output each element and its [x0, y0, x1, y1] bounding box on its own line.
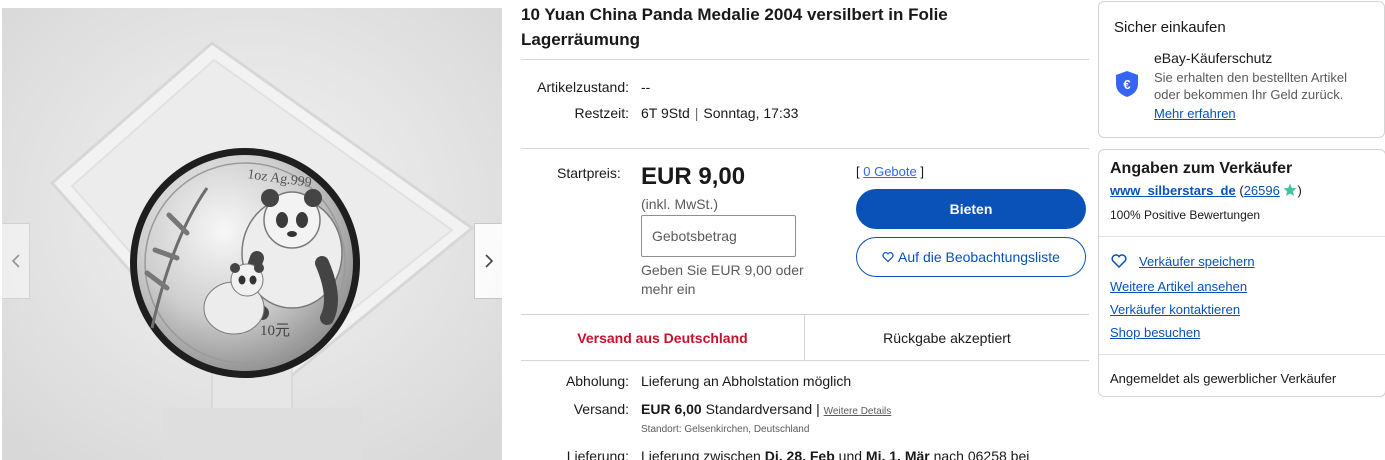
bid-count-open: [: [856, 164, 860, 179]
condition-label: Artikelzustand:: [537, 79, 629, 95]
visit-shop-link[interactable]: Shop besuchen: [1110, 325, 1200, 340]
feedback-count-link[interactable]: 26596: [1244, 183, 1280, 198]
shipping-details-link[interactable]: Weitere Details: [824, 406, 892, 417]
bid-amount-input[interactable]: [641, 215, 796, 257]
seller-card: Angaben zum Verkäufer www_silberstars_de…: [1098, 149, 1385, 397]
buyer-protection-heading: Sicher einkaufen: [1114, 19, 1226, 36]
buyer-protection-description: Sie erhalten den bestellten Artikel oder…: [1154, 70, 1347, 102]
price-value: EUR 9,00: [641, 163, 746, 190]
shipping-method: Standardversand: [705, 401, 813, 417]
divider: [1099, 354, 1385, 355]
heart-icon[interactable]: [1111, 254, 1127, 268]
ships-from-badge: Versand aus Deutschland: [521, 315, 805, 360]
end-time-value: Sonntag, 17:33: [703, 105, 799, 121]
listing-title: 10 Yuan China Panda Medalie 2004 versilb…: [521, 5, 948, 49]
star-icon: [1283, 183, 1297, 196]
separator: |: [694, 105, 699, 121]
delivery-and: und: [838, 448, 863, 460]
pickup-value: Lieferung an Abholstation möglich: [641, 373, 852, 389]
bid-count-close: ]: [920, 164, 924, 179]
price-section: Startpreis: EUR 9,00 (inkl. MwSt.) Geben…: [521, 148, 1089, 314]
delivery-from-date: Di, 28. Feb: [764, 448, 835, 460]
pickup-label: Abholung:: [565, 373, 629, 389]
seller-name-link[interactable]: www_silberstars_de: [1110, 183, 1236, 198]
learn-more-link[interactable]: Mehr erfahren: [1154, 106, 1236, 121]
euro-shield-icon: €: [1116, 71, 1138, 97]
condition-row: Artikelzustand: --: [521, 78, 1089, 96]
listing-main: 10 Yuan China Panda Medalie 2004 versilb…: [521, 0, 1089, 460]
svg-text:€: €: [1123, 77, 1130, 92]
returns-badge: Rückgabe akzeptiert: [883, 329, 1011, 346]
divider: [521, 59, 1089, 60]
buyer-protection-card: Sicher einkaufen € eBay-Käuferschutz Sie…: [1098, 1, 1385, 138]
delivery-prefix: Lieferung zwischen: [641, 448, 761, 460]
shipping-price: EUR 6,00: [641, 401, 702, 417]
bid-hint: Geben Sie EUR 9,00 oder mehr ein: [641, 262, 804, 297]
contact-seller-link[interactable]: Verkäufer kontaktieren: [1110, 302, 1240, 317]
shipping-band: Versand aus Deutschland Rückgabe akzepti…: [521, 314, 1089, 361]
time-left-row: Restzeit: 6T 9Std | Sonntag, 17:33: [521, 104, 1089, 122]
gallery-prev-button[interactable]: [2, 223, 30, 299]
delivery-label: Lieferung:: [566, 448, 629, 460]
location-row: Standort: Gelsenkirchen, Deutschland: [521, 421, 1089, 439]
tax-note: (inkl. MwSt.): [641, 196, 718, 212]
image-gallery[interactable]: 1oz Ag.999 10元: [2, 8, 502, 460]
delivery-to-date: Mi, 1. Mär: [865, 448, 930, 460]
shipping-row: Versand: EUR 6,00 Standardversand | Weit…: [521, 400, 1089, 421]
business-seller-note: Angemeldet als gewerblicher Verkäufer: [1110, 371, 1337, 386]
shipping-value: EUR 6,00 Standardversand | Weitere Detai…: [641, 400, 891, 421]
separator: |: [816, 401, 820, 417]
seller-info: www_silberstars_de (26596 ): [1110, 183, 1302, 198]
feedback-close: ): [1297, 183, 1302, 198]
watchlist-button-label: Auf die Beobachtungsliste: [898, 249, 1060, 265]
delivery-value: Lieferung zwischen Di, 28. Feb und Mi, 1…: [641, 447, 1029, 460]
item-location: Standort: Gelsenkirchen, Deutschland: [641, 424, 810, 435]
bid-count-link[interactable]: 0 Gebote: [863, 164, 917, 179]
coin-value-text: 10元: [260, 323, 290, 339]
chevron-right-icon: [484, 254, 493, 268]
buyer-protection-title: eBay-Käuferschutz: [1154, 50, 1273, 66]
shipping-label: Versand:: [573, 401, 629, 417]
bid-count: [ 0 Gebote ]: [856, 164, 924, 179]
chevron-left-icon: [11, 254, 20, 268]
divider: [1099, 236, 1385, 237]
delivery-row: Lieferung: Lieferung zwischen Di, 28. Fe…: [521, 447, 1089, 460]
heart-icon: [882, 252, 894, 263]
positive-feedback: 100% Positive Bewertungen: [1110, 208, 1261, 222]
condition-value: --: [641, 79, 651, 95]
watchlist-button[interactable]: Auf die Beobachtungsliste: [856, 237, 1086, 277]
startprice-label: Startpreis:: [557, 165, 621, 181]
shipping-details: Abholung: Lieferung an Abholstation mögl…: [521, 372, 1089, 460]
more-items-link[interactable]: Weitere Artikel ansehen: [1110, 279, 1247, 294]
gallery-next-button[interactable]: [474, 223, 502, 299]
delivery-suffix: nach 06258 bei: [933, 448, 1030, 460]
time-left-value: 6T 9Std: [641, 105, 690, 121]
save-seller-link[interactable]: Verkäufer speichern: [1139, 254, 1255, 269]
item-photo: 1oz Ag.999 10元: [2, 8, 502, 460]
pickup-row: Abholung: Lieferung an Abholstation mögl…: [521, 372, 1089, 390]
seller-heading: Angaben zum Verkäufer: [1110, 160, 1293, 177]
bid-button[interactable]: Bieten: [856, 189, 1086, 229]
divider: [521, 148, 1089, 149]
time-left-label: Restzeit:: [574, 105, 629, 121]
